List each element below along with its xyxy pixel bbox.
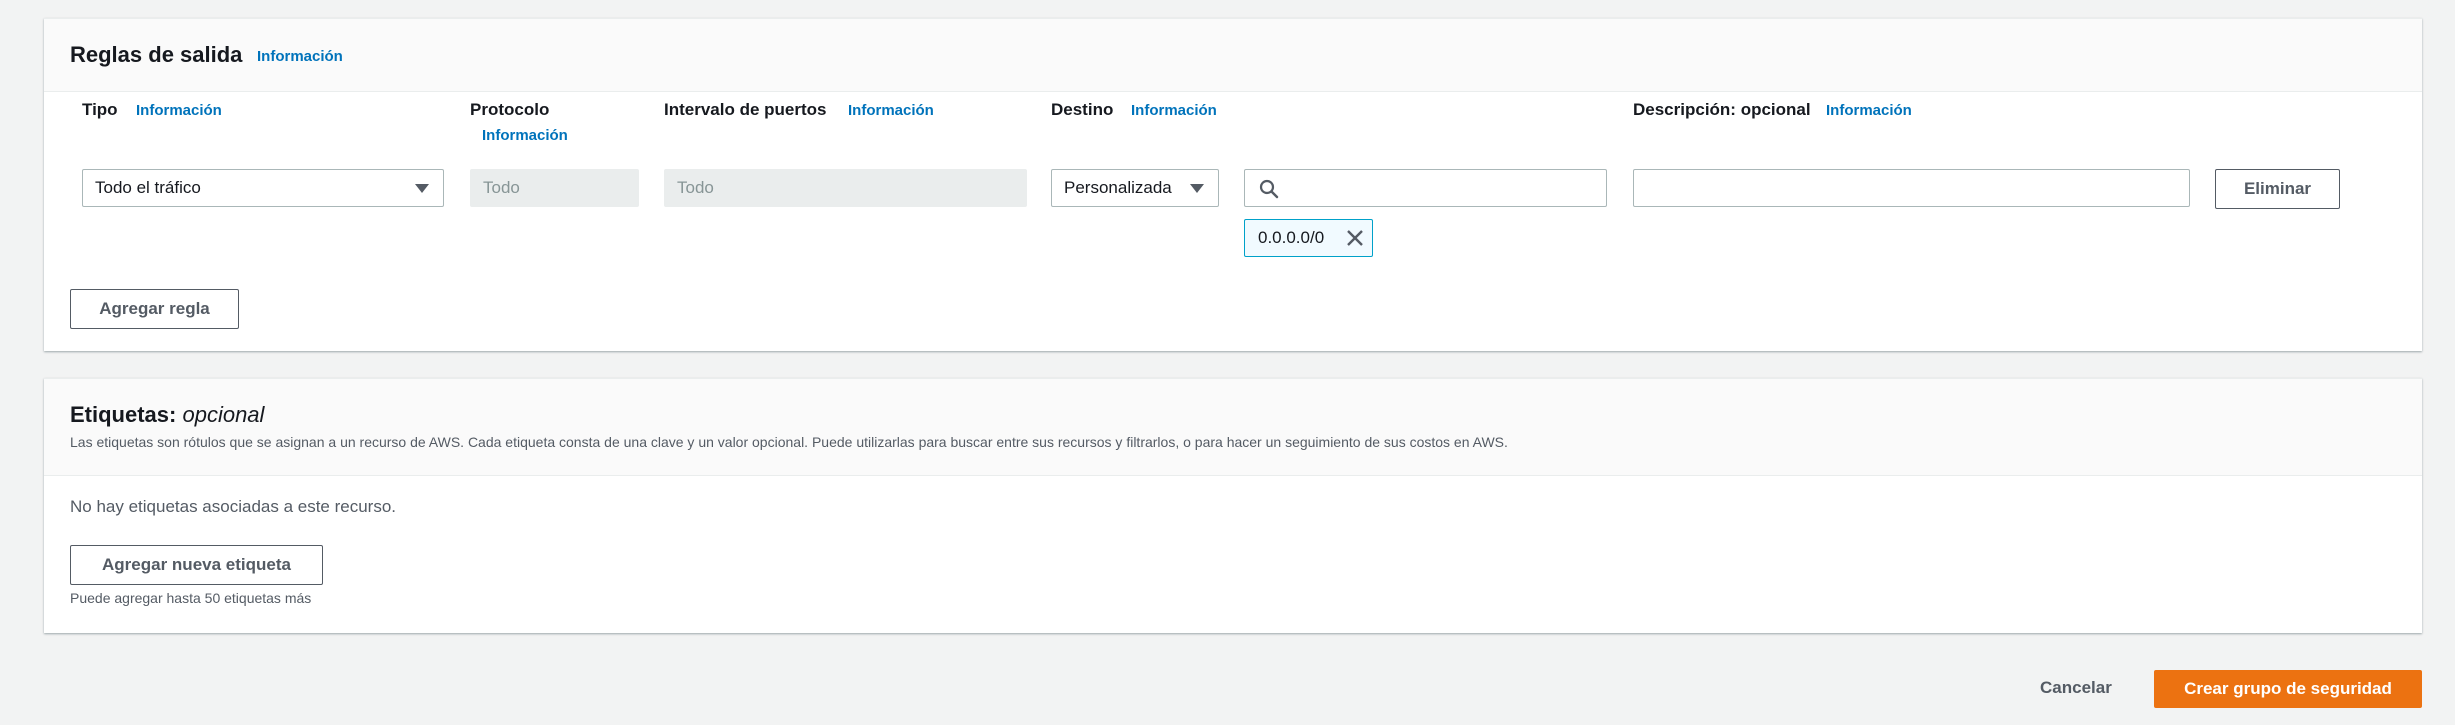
tags-description: Las etiquetas son rótulos que se asignan… xyxy=(70,434,1508,450)
no-tags-text: No hay etiquetas asociadas a este recurs… xyxy=(70,497,397,516)
tags-limit-text: Puede agregar hasta 50 etiquetas más xyxy=(70,590,312,606)
destination-info-link[interactable]: Información xyxy=(1131,102,1217,119)
outbound-rules-info-link[interactable]: Información xyxy=(257,48,343,65)
outbound-rules-title: Reglas de salida xyxy=(70,42,243,67)
tags-title-text: Etiquetas: xyxy=(70,402,183,427)
tags-title: Etiquetas: opcional xyxy=(70,402,264,428)
tags-title-optional: opcional xyxy=(182,402,265,427)
port-range-column-label: Intervalo de puertos xyxy=(664,100,827,119)
create-security-group-button[interactable]: Crear grupo de seguridad xyxy=(2154,670,2422,708)
protocol-column-label: Protocolo xyxy=(470,100,550,119)
outbound-rules-header: Reglas de salida Información xyxy=(44,19,2422,92)
destination-column-label: Destino xyxy=(1051,100,1114,119)
delete-rule-button[interactable]: Eliminar xyxy=(2215,169,2340,209)
add-tag-button[interactable]: Agregar nueva etiqueta xyxy=(70,545,323,585)
type-info-link[interactable]: Información xyxy=(136,102,222,119)
cidr-token-label: 0.0.0.0/0 xyxy=(1258,228,1325,247)
chevron-down-icon xyxy=(415,184,429,193)
destination-select[interactable]: Personalizada xyxy=(1051,169,1219,207)
protocol-info-link[interactable]: Información xyxy=(482,127,568,144)
search-icon xyxy=(1259,179,1279,199)
type-select-value: Todo el tráfico xyxy=(95,178,201,197)
protocol-field: Todo xyxy=(470,169,639,207)
type-column-label: Tipo xyxy=(82,100,118,119)
destination-search-input[interactable] xyxy=(1244,169,1607,207)
description-info-link[interactable]: Información xyxy=(1826,102,1912,119)
port-range-value: Todo xyxy=(677,178,714,197)
close-icon[interactable] xyxy=(1346,229,1364,247)
destination-select-value: Personalizada xyxy=(1064,178,1172,197)
description-input[interactable] xyxy=(1633,169,2190,207)
description-column-label: Descripción: opcional xyxy=(1633,100,1811,119)
chevron-down-icon xyxy=(1190,184,1204,193)
port-range-field: Todo xyxy=(664,169,1027,207)
outbound-rules-panel: Reglas de salida Información Tipo Inform… xyxy=(44,18,2422,351)
type-select[interactable]: Todo el tráfico xyxy=(82,169,444,207)
cancel-button[interactable]: Cancelar xyxy=(2040,678,2112,698)
tags-panel: Etiquetas: opcional Las etiquetas son ró… xyxy=(44,378,2422,633)
tags-header: Etiquetas: opcional Las etiquetas son ró… xyxy=(44,379,2422,476)
port-range-info-link[interactable]: Información xyxy=(848,102,934,119)
cidr-token: 0.0.0.0/0 xyxy=(1244,219,1373,257)
add-rule-button[interactable]: Agregar regla xyxy=(70,289,239,329)
protocol-value: Todo xyxy=(483,178,520,197)
